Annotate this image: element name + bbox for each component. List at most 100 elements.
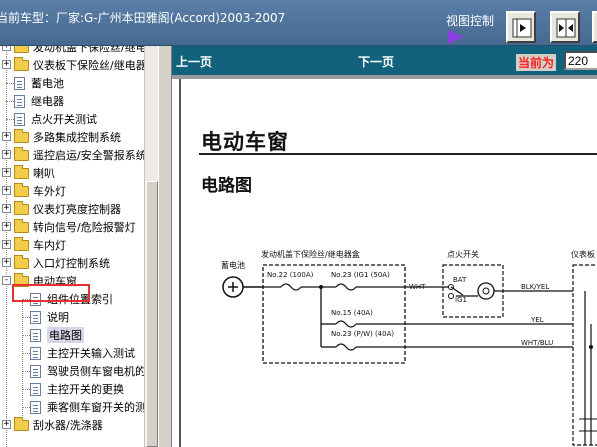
folder-icon bbox=[14, 200, 29, 215]
tree-item-label: 乘客侧车窗开关的测 bbox=[47, 401, 146, 414]
tree-item-label: 车外灯 bbox=[33, 185, 66, 198]
tree-item-label: 入口灯控制系统 bbox=[33, 257, 110, 270]
wire-yel-label: YEL bbox=[530, 316, 544, 324]
wire-blk-yel-label: BLK/YEL bbox=[521, 283, 549, 291]
folder-icon bbox=[14, 46, 29, 53]
tree-item[interactable]: 电路图 bbox=[22, 326, 84, 344]
tree-item[interactable]: + 车外灯 bbox=[2, 182, 66, 200]
expand-icon[interactable]: + bbox=[2, 46, 11, 51]
wire-wht-blu-label: WHT/BLU bbox=[521, 339, 553, 347]
document-icon bbox=[30, 310, 41, 324]
tree-item-label: 仪表灯亮度控制器 bbox=[33, 203, 121, 216]
folder-icon bbox=[14, 164, 29, 179]
tree-item[interactable]: 乘客侧车窗开关的测 bbox=[22, 398, 146, 416]
tree-item[interactable]: + 仪表灯亮度控制器 bbox=[2, 200, 121, 218]
tree-item[interactable]: 主控开关输入测试 bbox=[22, 344, 135, 362]
expand-icon[interactable]: + bbox=[2, 222, 11, 231]
view-single-page-button[interactable] bbox=[506, 11, 536, 43]
tree-item[interactable]: + 多路集成控制系统 bbox=[2, 128, 121, 146]
tree-item[interactable]: 点火开关测试 bbox=[6, 110, 97, 128]
document-icon bbox=[30, 400, 41, 414]
tree-item-label: 转向信号/危险报警灯 bbox=[33, 221, 136, 234]
tree-scrollbar[interactable] bbox=[144, 46, 158, 447]
document-icon bbox=[30, 382, 41, 396]
play-arrow-icon[interactable] bbox=[448, 30, 464, 44]
expand-icon[interactable]: + bbox=[2, 240, 11, 249]
page-navigation-bar: 上一页 下一页 当前为 bbox=[172, 46, 597, 75]
fuse-22-label: No.22 (100A) bbox=[267, 271, 314, 279]
tree-item[interactable]: + 仪表板下保险丝/继电器 bbox=[2, 56, 147, 74]
tree-item[interactable]: 驾驶员侧车窗电机的 bbox=[22, 362, 146, 380]
tree-item-label: 蓄电池 bbox=[31, 77, 64, 90]
current-page-label: 当前为 bbox=[516, 54, 557, 71]
tree-item[interactable]: 继电器 bbox=[6, 92, 64, 110]
expand-icon[interactable]: + bbox=[2, 168, 11, 177]
prev-page-link[interactable]: 上一页 bbox=[176, 53, 212, 70]
folder-icon bbox=[14, 236, 29, 251]
fuse-box-label: 发动机盖下保险丝/继电器盒 bbox=[261, 249, 360, 259]
tree-scrollbar-thumb[interactable] bbox=[146, 181, 158, 447]
fuse-15-label: No.15 (40A) bbox=[331, 309, 373, 317]
arrow-right-icon bbox=[512, 18, 532, 38]
tree-item[interactable]: + 入口灯控制系统 bbox=[2, 254, 110, 272]
circuit-diagram: 蓄电池 发动机盖下保险丝/继电器盒 No.22 (100A) No.23 (IG… bbox=[221, 249, 597, 446]
view-control-label: 视图控制 bbox=[446, 14, 495, 28]
selected-section-highlight bbox=[12, 284, 90, 302]
expand-icon[interactable]: + bbox=[2, 258, 11, 267]
tree-item-label: 驾驶员侧车窗电机的 bbox=[47, 365, 146, 378]
expand-icon[interactable]: + bbox=[2, 60, 11, 69]
battery-label: 蓄电池 bbox=[221, 260, 245, 270]
manual-page: 电动车窗 电路图 蓄电池 发动机盖下保险丝/继电器盒 No.22 (100A) … bbox=[179, 79, 597, 447]
tree-item[interactable]: + 车内灯 bbox=[2, 236, 66, 254]
arrows-inward-icon bbox=[556, 18, 576, 38]
tree-item-label: 遥控启运/安全警报系统 bbox=[33, 149, 147, 162]
tree-item[interactable]: 主控开关的更换 bbox=[22, 380, 124, 398]
next-page-link[interactable]: 下一页 bbox=[358, 53, 394, 70]
ig1-terminal-label: IG1 bbox=[455, 296, 467, 304]
fuse-23-pw-label: No.23 (P/W) (40A) bbox=[331, 330, 394, 338]
tree-item-label: 说明 bbox=[47, 311, 69, 324]
tree-item-label: 仪表板下保险丝/继电器 bbox=[33, 59, 147, 72]
document-icon bbox=[30, 364, 41, 378]
expand-icon[interactable]: + bbox=[2, 132, 11, 141]
view-fit-button[interactable] bbox=[592, 11, 597, 43]
ignition-switch-label: 点火开关 bbox=[447, 249, 479, 259]
tree-item[interactable]: + 刮水器/洗涤器 bbox=[2, 416, 103, 434]
folder-icon bbox=[14, 416, 29, 431]
folder-icon bbox=[14, 218, 29, 233]
tree-item-label: 喇叭 bbox=[33, 167, 55, 180]
fuse-23-ig1-label: No.23 (IG1 (50A) bbox=[331, 271, 390, 279]
tree-item-label: 点火开关测试 bbox=[31, 113, 97, 126]
folder-icon bbox=[14, 146, 29, 161]
app-window: 当前车型：厂家:G-广州本田雅阁(Accord)2003-2007 视图控制 +… bbox=[0, 0, 597, 447]
expand-icon[interactable]: + bbox=[2, 150, 11, 159]
tree-item[interactable]: 蓄电池 bbox=[6, 74, 64, 92]
folder-icon bbox=[14, 128, 29, 143]
tree-item[interactable]: + 喇叭 bbox=[2, 164, 55, 182]
tree-item-label: 继电器 bbox=[31, 95, 64, 108]
top-bar: 当前车型：厂家:G-广州本田雅阁(Accord)2003-2007 视图控制 bbox=[0, 0, 597, 46]
expand-icon[interactable]: + bbox=[2, 420, 11, 429]
car-model-label: 当前车型：厂家:G-广州本田雅阁(Accord)2003-2007 bbox=[0, 11, 286, 25]
tree-item-label: 刮水器/洗涤器 bbox=[33, 419, 103, 432]
document-icon bbox=[30, 328, 41, 342]
tree-item[interactable]: + 遥控启运/安全警报系统 bbox=[2, 146, 147, 164]
tree-item-label: 车内灯 bbox=[33, 239, 66, 252]
document-icon bbox=[14, 76, 25, 90]
folder-icon bbox=[14, 56, 29, 71]
pane-splitter[interactable] bbox=[158, 46, 172, 447]
tree-item[interactable]: + 发动机盖下保险丝/继电 bbox=[2, 46, 147, 56]
bat-terminal-label: BAT bbox=[453, 276, 467, 284]
view-double-page-button[interactable] bbox=[550, 11, 580, 43]
folder-icon bbox=[14, 254, 29, 269]
tree-item-label: 发动机盖下保险丝/继电 bbox=[33, 46, 147, 54]
tree-item[interactable]: 说明 bbox=[22, 308, 69, 326]
tree-item-label: 多路集成控制系统 bbox=[33, 131, 121, 144]
tree-item[interactable]: + 转向信号/危险报警灯 bbox=[2, 218, 136, 236]
expand-icon[interactable]: + bbox=[2, 204, 11, 213]
current-page-input[interactable] bbox=[564, 51, 597, 70]
tree-item-label: 主控开关的更换 bbox=[47, 383, 124, 396]
tree-item-label: 主控开关输入测试 bbox=[47, 347, 135, 360]
expand-icon[interactable]: + bbox=[2, 186, 11, 195]
collapse-icon[interactable]: - bbox=[2, 276, 11, 285]
